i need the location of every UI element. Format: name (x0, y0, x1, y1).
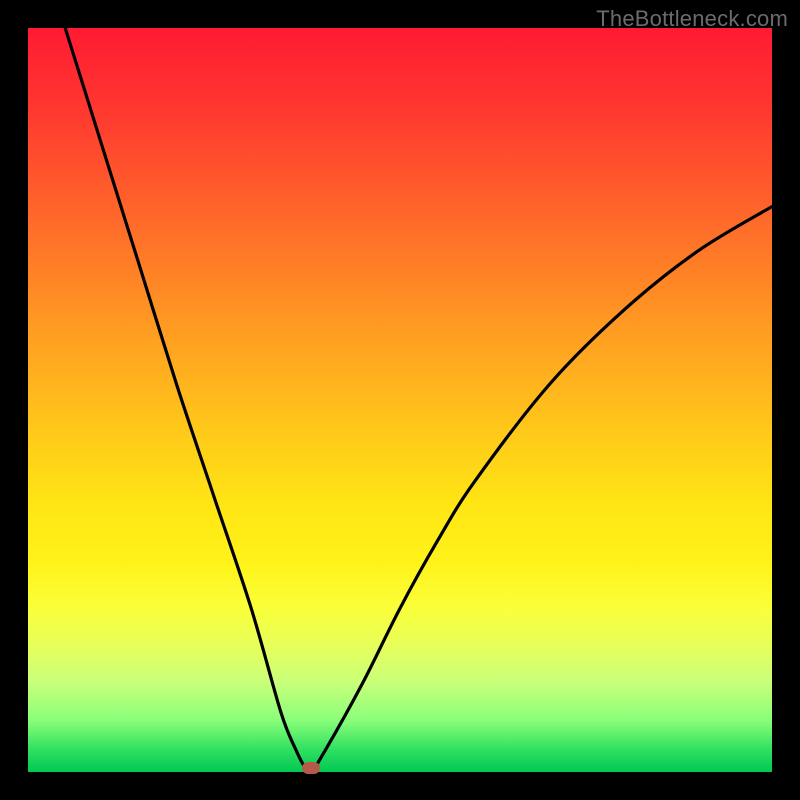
curve-svg (28, 28, 772, 772)
watermark-text: TheBottleneck.com (596, 6, 788, 32)
chart-frame: TheBottleneck.com (0, 0, 800, 800)
bottleneck-curve (65, 28, 772, 773)
minimum-marker (302, 762, 320, 774)
plot-area (28, 28, 772, 772)
